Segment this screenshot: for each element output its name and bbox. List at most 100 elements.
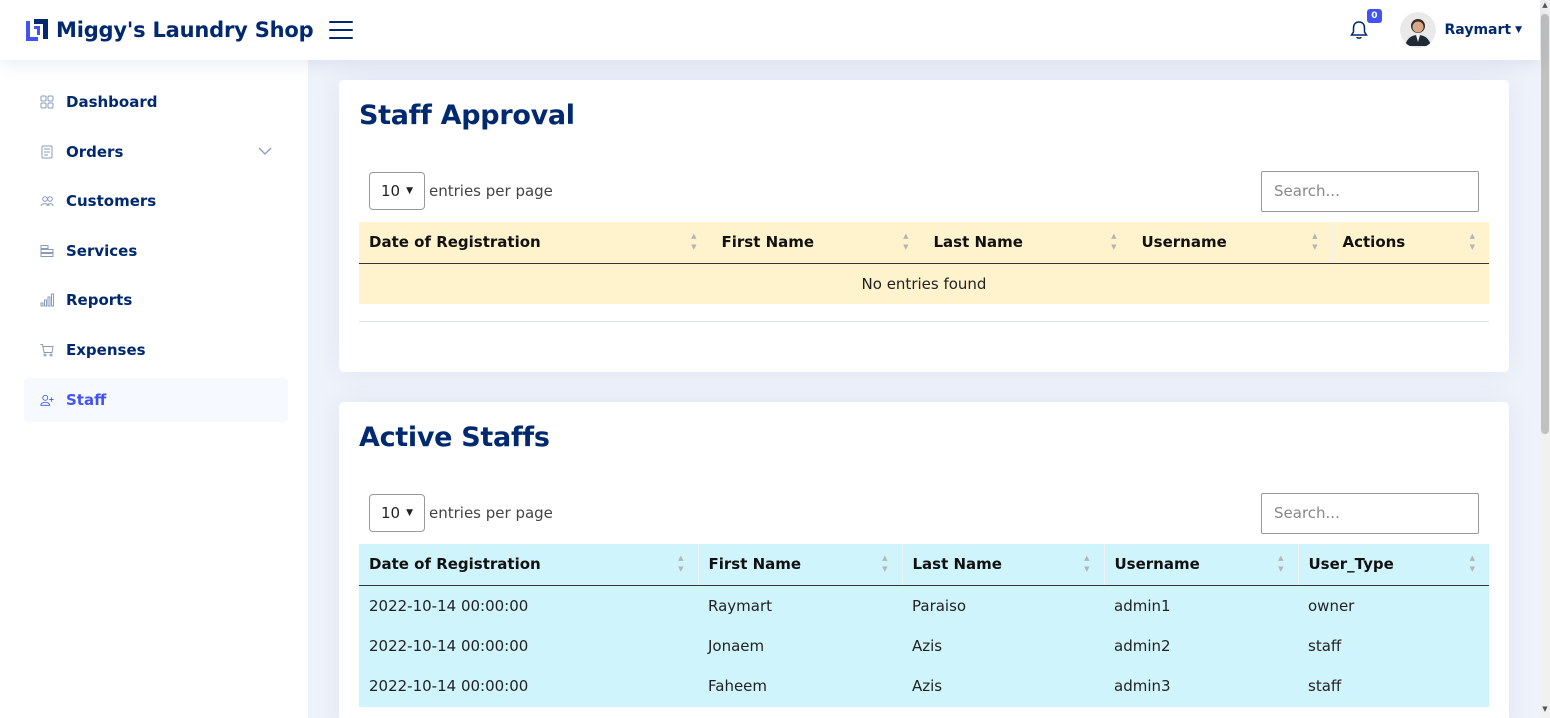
user-menu[interactable]: Raymart — [1445, 22, 1512, 38]
column-header-date[interactable]: Date of Registration ▲ ▼ — [359, 222, 711, 264]
notifications-bell-icon[interactable]: 0 — [1348, 9, 1382, 41]
entries-label: entries per page — [429, 182, 553, 200]
sidebar-item-orders[interactable]: Orders — [24, 130, 288, 174]
cell-username: admin2 — [1104, 625, 1298, 666]
column-header-username[interactable]: Username ▲ ▼ — [1103, 544, 1298, 586]
column-label: Actions — [1342, 233, 1406, 252]
notification-badge: 0 — [1367, 9, 1382, 23]
sidebar-item-label: Dashboard — [66, 93, 158, 111]
staff-approval-card: Staff Approval 10 ▼ entries per page Dat… — [339, 80, 1509, 372]
sort-icon: ▲ ▼ — [1111, 232, 1117, 251]
column-header-first-name[interactable]: First Name ▲ ▼ — [697, 544, 902, 586]
cell-last-name: Azis — [902, 666, 1104, 707]
chevron-down-icon: ▼ — [406, 186, 413, 196]
staff-approval-table: Date of Registration ▲ ▼ First Name ▲ ▼ Last… — [359, 222, 1489, 304]
sidebar-item-reports[interactable]: Reports — [24, 278, 288, 322]
page-size-select[interactable]: 10 ▼ — [369, 494, 425, 532]
sort-icon: ▲ ▼ — [678, 554, 684, 573]
table-row: 2022-10-14 00:00:00 Jonaem Azis admin2 s… — [359, 625, 1489, 666]
search-input[interactable] — [1261, 492, 1479, 534]
table-row: 2022-10-14 00:00:00 Faheem Azis admin3 s… — [359, 666, 1489, 707]
sidebar-item-dashboard[interactable]: Dashboard — [24, 80, 288, 124]
page-size-select[interactable]: 10 ▼ — [369, 172, 425, 210]
empty-message: No entries found — [359, 263, 1489, 304]
sidebar-item-label: Expenses — [66, 340, 146, 359]
page-size-value: 10 — [380, 182, 401, 200]
search-input[interactable] — [1261, 170, 1479, 212]
table-row: 2022-10-14 00:00:00 Raymart Paraiso admi… — [359, 585, 1489, 626]
sidebar: Dashboard Orders Customers Services Repo… — [0, 60, 308, 718]
cell-user-type: staff — [1298, 666, 1489, 707]
scroll-up-icon[interactable]: ▲ — [1540, 1, 1550, 13]
people-icon — [40, 194, 54, 208]
sort-icon: ▲ ▼ — [903, 232, 909, 251]
column-header-date[interactable]: Date of Registration ▲ ▼ — [359, 544, 698, 586]
sort-icon: ▲ ▼ — [691, 232, 697, 251]
grid-icon — [40, 95, 54, 109]
page-scrollbar[interactable]: ▲ ▼ — [1540, 0, 1550, 718]
sort-icon: ▲ ▼ — [1469, 232, 1475, 251]
active-staffs-table: Date of Registration ▲ ▼ First Name ▲ ▼ Last… — [359, 544, 1489, 707]
cell-date: 2022-10-14 00:00:00 — [359, 666, 698, 707]
top-header: Miggy's Laundry Shop 0 Raymart ▼ — [0, 0, 1540, 60]
column-header-username[interactable]: Username ▲ ▼ — [1130, 222, 1332, 264]
sort-icon: ▲ ▼ — [1469, 554, 1475, 573]
bell-icon — [1349, 21, 1368, 39]
column-label: Date of Registration — [369, 555, 541, 574]
column-label: Last Name — [912, 555, 1002, 574]
column-label: First Name — [721, 233, 815, 252]
cart-icon — [40, 343, 54, 357]
column-header-first-name[interactable]: First Name ▲ ▼ — [710, 222, 923, 264]
chevron-down-icon[interactable] — [258, 146, 272, 156]
cell-first-name: Jonaem — [698, 625, 902, 666]
menu-toggle-icon[interactable] — [329, 20, 354, 40]
column-header-user-type[interactable]: User_Type ▲ ▼ — [1297, 544, 1489, 586]
staff-approval-title: Staff Approval — [359, 100, 575, 131]
cell-last-name: Azis — [902, 625, 1104, 666]
sort-icon: ▲ ▼ — [1278, 554, 1284, 573]
brand-name: Miggy's Laundry Shop — [56, 18, 314, 42]
column-label: Username — [1114, 555, 1200, 574]
active-staffs-title: Active Staffs — [359, 422, 550, 453]
column-label: First Name — [708, 555, 802, 574]
active-staffs-card: Active Staffs 10 ▼ entries per page Date… — [339, 402, 1509, 718]
caret-down-icon[interactable]: ▼ — [1515, 25, 1522, 35]
avatar[interactable] — [1399, 12, 1436, 48]
sidebar-item-expenses[interactable]: Expenses — [24, 328, 288, 372]
cell-last-name: Paraiso — [902, 585, 1104, 626]
entries-label: entries per page — [429, 504, 553, 522]
sort-icon: ▲ ▼ — [1312, 232, 1318, 251]
sidebar-item-label: Customers — [66, 192, 157, 211]
sidebar-item-services[interactable]: Services — [24, 229, 288, 273]
column-header-last-name[interactable]: Last Name ▲ ▼ — [922, 222, 1131, 264]
sidebar-item-label: Orders — [66, 142, 124, 161]
cell-first-name: Raymart — [698, 585, 902, 626]
cell-username: admin1 — [1104, 585, 1298, 626]
column-header-actions[interactable]: Actions ▲ ▼ — [1331, 222, 1489, 264]
logo-icon — [26, 19, 48, 41]
cell-user-type: staff — [1298, 625, 1489, 666]
cell-first-name: Faheem — [698, 666, 902, 707]
table-row: No entries found — [359, 263, 1489, 304]
scroll-down-icon[interactable]: ▼ — [1540, 705, 1550, 717]
sort-icon: ▲ ▼ — [882, 554, 888, 573]
column-header-last-name[interactable]: Last Name ▲ ▼ — [901, 544, 1104, 586]
person-plus-icon — [40, 393, 54, 407]
layers-icon — [40, 244, 54, 258]
sidebar-item-label: Services — [66, 241, 138, 260]
cell-date: 2022-10-14 00:00:00 — [359, 625, 698, 666]
scrollbar-thumb[interactable] — [1541, 14, 1549, 434]
chevron-down-icon: ▼ — [406, 508, 413, 518]
main-content: Staff Approval 10 ▼ entries per page Dat… — [308, 60, 1540, 718]
cell-date: 2022-10-14 00:00:00 — [359, 585, 698, 626]
sidebar-item-staff[interactable]: Staff — [24, 377, 288, 422]
bar-chart-icon — [40, 293, 54, 307]
column-label: User_Type — [1308, 555, 1394, 574]
column-label: Date of Registration — [369, 233, 541, 252]
column-label: Last Name — [933, 233, 1023, 252]
sidebar-item-customers[interactable]: Customers — [24, 179, 288, 223]
brand[interactable]: Miggy's Laundry Shop — [24, 17, 314, 43]
cell-username: admin3 — [1104, 666, 1298, 707]
sort-icon: ▲ ▼ — [1084, 554, 1090, 573]
sidebar-item-label: Staff — [66, 390, 107, 409]
